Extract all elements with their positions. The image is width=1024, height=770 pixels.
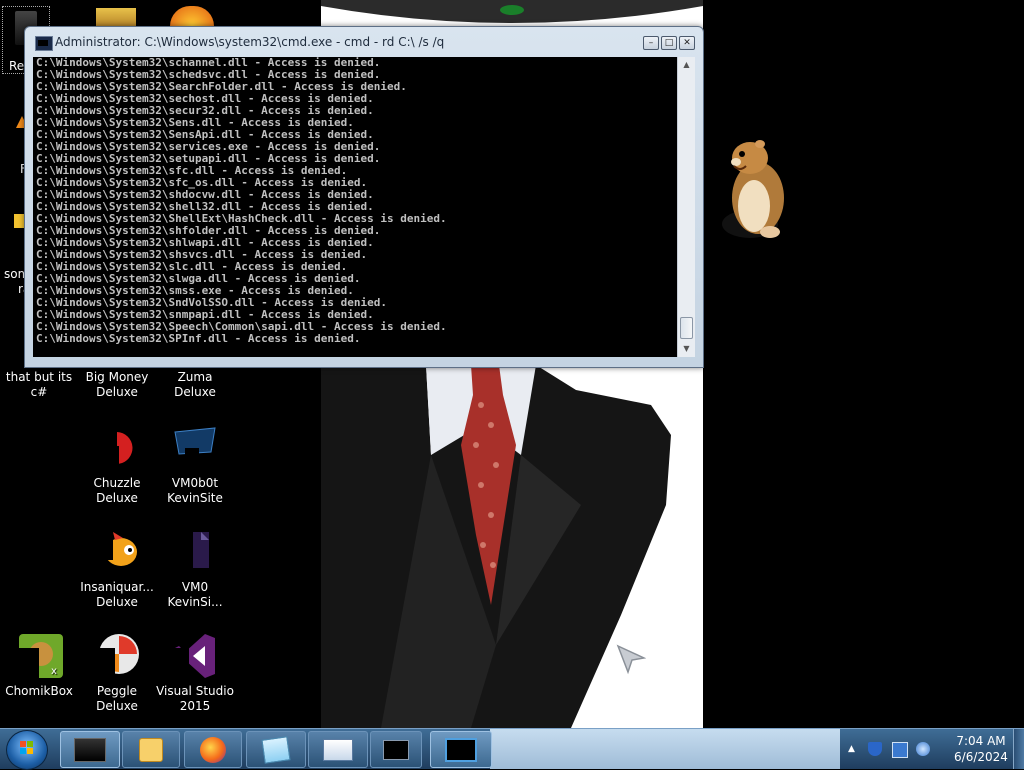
desktop-icon-peggle[interactable]: Peggle Deluxe xyxy=(78,632,156,714)
cmd-icon xyxy=(383,739,409,760)
scroll-up-arrow-icon[interactable]: ▲ xyxy=(678,57,695,73)
desktop-icon-label: Chuzzle Deluxe xyxy=(93,476,141,505)
maximize-icon: □ xyxy=(664,38,674,48)
desktop-icon-chuzzle[interactable]: Chuzzle Deluxe xyxy=(78,424,156,506)
console-line: C:\Windows\System32\SPInf.dll - Access i… xyxy=(36,332,361,345)
window-controls: – □ ✕ xyxy=(643,36,695,50)
show-desktop-button[interactable] xyxy=(1013,729,1024,769)
minimize-button[interactable]: – xyxy=(643,36,659,50)
taskbar-empty-area[interactable] xyxy=(490,729,840,769)
show-hidden-icons-arrow-icon[interactable]: ▲ xyxy=(848,744,855,754)
desktop-icon-vm0-kevinsite[interactable]: VM0 KevinSi... xyxy=(156,528,234,610)
desktop-icon-vm0b0t-kevinsite[interactable]: VM0b0t KevinSite xyxy=(156,424,234,506)
cmd-window-title: Administrator: C:\Windows\system32\cmd.e… xyxy=(55,35,445,49)
shield-icon[interactable] xyxy=(868,742,882,756)
partial-folder-icon xyxy=(14,214,24,228)
scroll-thumb[interactable] xyxy=(680,317,693,339)
desktop-icon-top-2[interactable] xyxy=(96,8,136,26)
cmd-window[interactable]: Administrator: C:\Windows\system32\cmd.e… xyxy=(24,26,704,368)
chuzzle-icon xyxy=(93,424,141,472)
taskbar-cmd-active[interactable] xyxy=(430,731,492,768)
desktop-icon-label: Visual Studio 2015 xyxy=(156,684,234,713)
desktop-icon-insaniquarium[interactable]: Insaniquar... Deluxe xyxy=(78,528,156,610)
volume-icon[interactable] xyxy=(916,742,930,756)
maximize-button[interactable]: □ xyxy=(661,36,677,50)
start-button[interactable] xyxy=(6,730,48,770)
notepad-icon xyxy=(261,735,291,764)
cmd-app-icon[interactable] xyxy=(35,36,53,51)
peggle-icon xyxy=(93,632,141,680)
close-button[interactable]: ✕ xyxy=(679,36,695,50)
desktop-icon-label: ChomikBox xyxy=(5,684,73,698)
scroll-down-arrow-icon[interactable]: ▼ xyxy=(678,341,695,357)
terminal-folder-icon xyxy=(171,424,219,472)
taskbar-cmd-thumbnail[interactable] xyxy=(60,731,120,768)
goldfish-icon xyxy=(93,528,141,576)
vertical-scrollbar[interactable]: ▲ ▼ xyxy=(677,57,695,357)
windows-logo-icon xyxy=(20,741,34,755)
keyboard-icon xyxy=(323,738,353,761)
clock-time: 7:04 AM xyxy=(956,734,1006,748)
network-icon[interactable] xyxy=(892,742,908,758)
taskbar-notepad[interactable] xyxy=(246,731,306,768)
close-icon: ✕ xyxy=(683,38,691,48)
cmd-active-icon xyxy=(445,737,477,762)
wallpaper-top-arc xyxy=(321,0,703,23)
visual-studio-icon xyxy=(171,632,219,680)
desktop-icon-visual-studio[interactable]: Visual Studio 2015 xyxy=(156,632,234,714)
desktop-icon-label: Zuma Deluxe xyxy=(174,370,216,399)
taskbar-clock[interactable]: 7:04 AM 6/6/2024 xyxy=(946,733,1016,765)
taskbar: ▲ 7:04 AM 6/6/2024 xyxy=(0,728,1024,770)
desktop-icon-label: Insaniquar... Deluxe xyxy=(80,580,154,609)
desktop-icon-chomikbox[interactable]: x ChomikBox xyxy=(0,632,78,699)
media-player-icon xyxy=(139,737,163,762)
minimize-icon: – xyxy=(648,38,654,48)
desktop-icon-label: that but its c# xyxy=(5,370,73,399)
taskbar-firefox[interactable] xyxy=(184,731,242,768)
desktop-icon-label: Big Money Deluxe xyxy=(85,370,149,399)
desktop-icon-label: Peggle Deluxe xyxy=(96,684,138,713)
firefox-icon xyxy=(200,736,226,763)
desktop-icon-big-money[interactable]: Big Money Deluxe xyxy=(78,370,156,400)
document-icon xyxy=(171,528,219,576)
mouse-cursor-icon xyxy=(616,644,646,675)
desktop-icon-zuma[interactable]: Zuma Deluxe xyxy=(156,370,234,400)
clock-date: 6/6/2024 xyxy=(954,750,1008,764)
desktop-icon-label: VM0b0t KevinSite xyxy=(167,476,223,505)
black-window-icon xyxy=(74,737,106,762)
console-output[interactable]: C:\Windows\System32\schannel.dll - Acces… xyxy=(33,57,677,357)
system-tray: ▲ 7:04 AM 6/6/2024 xyxy=(840,729,1024,769)
recycle-bin-label: Re xyxy=(9,59,25,73)
taskbar-on-screen-keyboard[interactable] xyxy=(308,731,368,768)
chomikbox-icon: x xyxy=(15,632,63,680)
hamster-desktop-pet[interactable] xyxy=(720,136,790,242)
taskbar-media-player[interactable] xyxy=(122,731,180,768)
svg-text:x: x xyxy=(51,666,57,677)
desktop-icon-label: VM0 KevinSi... xyxy=(167,580,223,609)
cmd-titlebar[interactable]: Administrator: C:\Windows\system32\cmd.e… xyxy=(25,27,703,57)
desktop-icon-that-but-its-csharp[interactable]: that but its c# xyxy=(0,370,78,400)
taskbar-cmd-window[interactable] xyxy=(370,731,422,768)
